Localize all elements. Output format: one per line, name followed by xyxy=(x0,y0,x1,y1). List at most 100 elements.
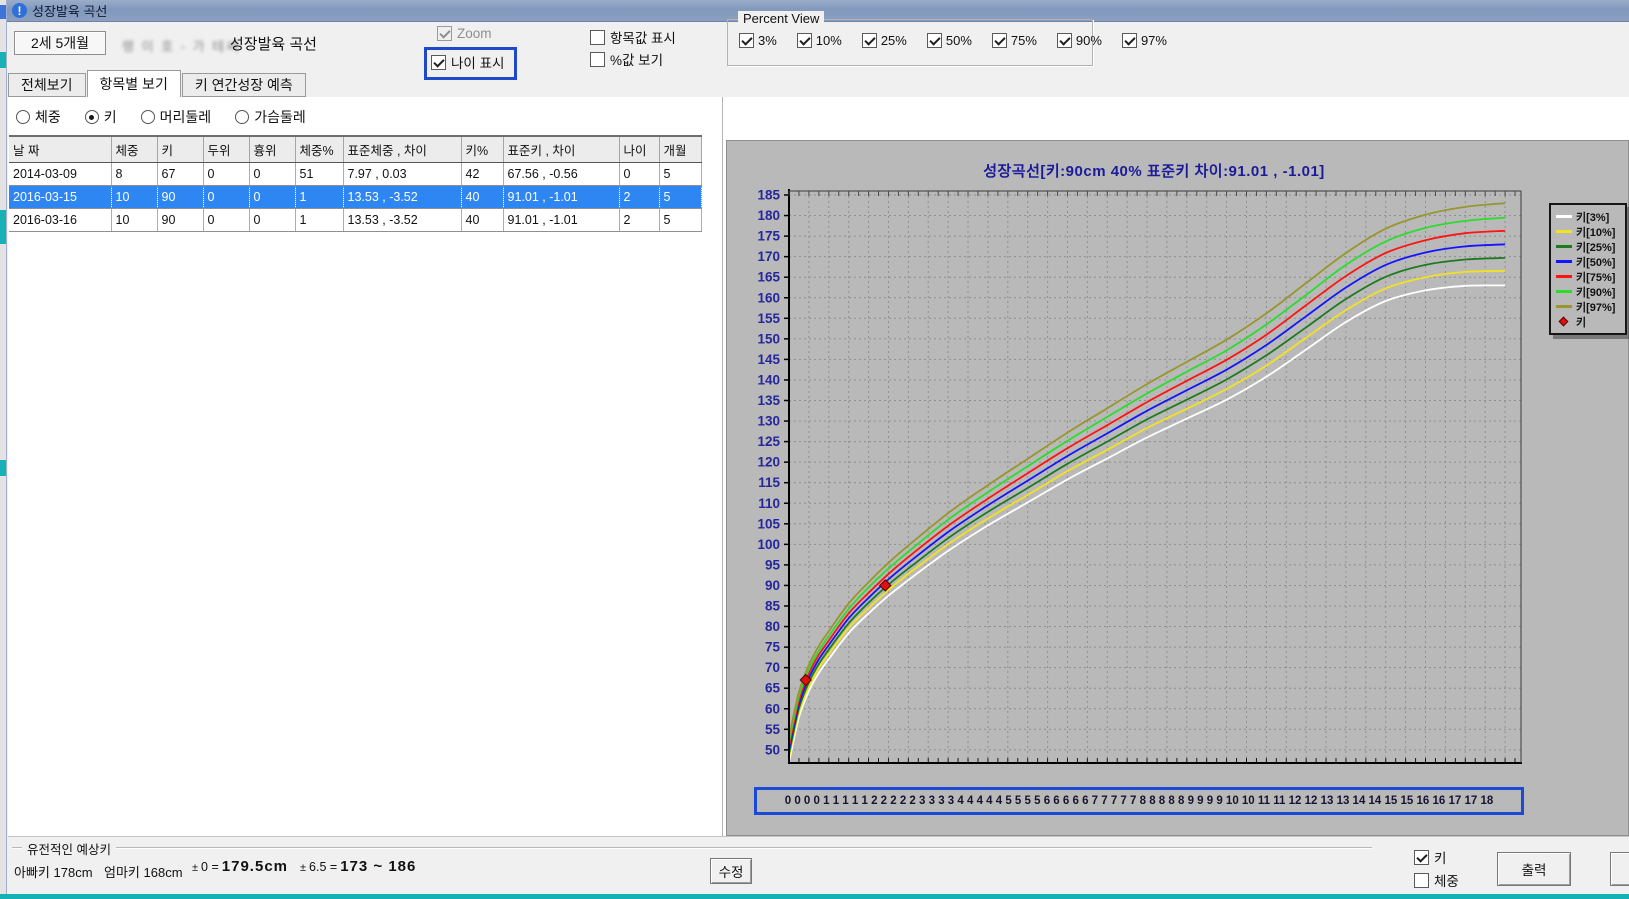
print-option-키[interactable]: 키 xyxy=(1414,847,1459,867)
legend-label: 키[3%] xyxy=(1576,209,1609,225)
table-cell: 10 xyxy=(111,209,157,232)
father-height-value: 178cm xyxy=(54,865,93,880)
expected-height-value: 179.5cm xyxy=(222,858,288,875)
percent-checkbox-90%[interactable]: 90% xyxy=(1057,33,1102,48)
print-option-체중[interactable]: 체중 xyxy=(1414,870,1459,890)
legend-line-swatch xyxy=(1556,260,1572,263)
x-axis-label-box: 0 0 0 0 1 1 1 1 1 2 2 2 2 2 3 3 3 3 4 4 … xyxy=(754,787,1524,815)
table-row[interactable]: 2014-03-0986700517.97 , 0.034267.56 , -0… xyxy=(9,163,701,186)
father-height-label: 아빠키 xyxy=(14,865,50,880)
column-header[interactable]: 표준키 , 차이 xyxy=(503,136,619,163)
checkbox-icon xyxy=(797,33,812,48)
age-display-checkbox[interactable]: 나이 표시 xyxy=(431,52,504,72)
legend-label: 키[10%] xyxy=(1576,224,1615,240)
plus-minus-icon: ± xyxy=(300,862,306,874)
legend-line-swatch xyxy=(1556,305,1572,308)
column-header[interactable]: 두위 xyxy=(203,136,249,163)
table-cell: 0 xyxy=(203,163,249,186)
table-cell: 1 xyxy=(295,186,343,209)
checkbox-icon xyxy=(437,26,452,41)
radio-icon xyxy=(85,110,99,124)
expected-height-label: 0 = xyxy=(201,860,219,874)
y-axis-tick-label: 105 xyxy=(757,516,780,531)
tab-bar: 전체보기항목별 보기키 연간성장 예측 xyxy=(8,70,307,97)
tab-키 연간성장 예측[interactable]: 키 연간성장 예측 xyxy=(182,73,306,97)
column-header[interactable]: 흉위 xyxy=(249,136,295,163)
percent-value-checkbox[interactable]: %값 보기 xyxy=(590,49,663,69)
checkbox-label: 체중 xyxy=(1434,870,1459,890)
column-header[interactable]: 체중% xyxy=(295,136,343,163)
table-cell: 0 xyxy=(249,209,295,232)
table-cell: 0 xyxy=(249,163,295,186)
checkbox-label: 75% xyxy=(1011,33,1037,48)
y-axis-tick-label: 90 xyxy=(765,578,780,593)
legend-line-swatch xyxy=(1556,290,1572,293)
percent-checkbox-75%[interactable]: 75% xyxy=(992,33,1037,48)
legend-label: 키[90%] xyxy=(1576,284,1615,300)
expected-height-range-value: 173 ~ 186 xyxy=(340,858,416,875)
mother-height-label: 엄마키 xyxy=(104,865,140,880)
checkbox-label: 키 xyxy=(1434,847,1446,867)
percent-checkbox-50%[interactable]: 50% xyxy=(927,33,972,48)
father-height: 아빠키 178cm xyxy=(14,862,93,881)
y-axis-tick-label: 115 xyxy=(758,475,780,490)
checkbox-label: 10% xyxy=(816,33,842,48)
expected-height: ± 0 = 179.5cm xyxy=(192,858,288,875)
column-header[interactable]: 키% xyxy=(461,136,503,163)
y-axis-tick-label: 70 xyxy=(765,660,780,675)
table-row[interactable]: 2016-03-15109000113.53 , -3.524091.01 , … xyxy=(9,186,701,209)
column-header[interactable]: 날 짜 xyxy=(9,136,111,163)
column-header[interactable]: 체중 xyxy=(111,136,157,163)
percent-checkbox-3%[interactable]: 3% xyxy=(739,33,777,48)
legend-label: 키 xyxy=(1576,314,1586,330)
panel-divider xyxy=(722,97,723,836)
legend-label: 키[50%] xyxy=(1576,254,1615,270)
radio-머리둘레[interactable]: 머리둘레 xyxy=(141,107,212,127)
footer-group-title: 유전적인 예상키 xyxy=(22,839,116,858)
column-header[interactable]: 표준체중 , 차이 xyxy=(343,136,461,163)
column-header[interactable]: 키 xyxy=(157,136,203,163)
checkbox-icon xyxy=(590,52,605,67)
screen: ! 성장발육 곡선 2세 5개월 랭 이 호 - 가 테써 성장발육 곡선 Zo… xyxy=(0,0,1629,899)
percent-view-options: 3% 10% 25% 50% 75% 90% 97% xyxy=(739,33,1167,48)
y-axis-tick-label: 55 xyxy=(765,722,781,737)
radio-icon xyxy=(235,110,249,124)
y-axis-tick-label: 170 xyxy=(757,249,780,264)
radio-label: 체중 xyxy=(35,107,61,127)
y-axis-tick-label: 150 xyxy=(757,331,780,346)
radio-체중[interactable]: 체중 xyxy=(16,107,61,127)
table-cell: 0 xyxy=(249,186,295,209)
edit-button[interactable]: 수정 xyxy=(710,858,752,884)
checkbox-label: 90% xyxy=(1076,33,1102,48)
legend-item: 키[75%] xyxy=(1556,269,1623,284)
y-axis-tick-label: 175 xyxy=(757,229,780,244)
percent-checkbox-25%[interactable]: 25% xyxy=(862,33,907,48)
checkbox-label: %값 보기 xyxy=(610,49,663,69)
column-header[interactable]: 나이 xyxy=(619,136,659,163)
patient-name-redacted: 랭 이 호 - 가 테써 xyxy=(122,36,240,55)
percent-checkbox-10%[interactable]: 10% xyxy=(797,33,842,48)
y-axis-tick-label: 125 xyxy=(757,434,780,449)
radio-키[interactable]: 키 xyxy=(85,107,117,127)
tab-전체보기[interactable]: 전체보기 xyxy=(8,73,86,97)
bottom-accent-bar xyxy=(0,894,1629,899)
legend-item: 키[3%] xyxy=(1556,209,1623,224)
close-button[interactable]: 닫기 xyxy=(1610,852,1629,886)
table-cell: 42 xyxy=(461,163,503,186)
table-header-row: 날 짜체중키두위흉위체중%표준체중 , 차이키%표준키 , 차이나이개월 xyxy=(9,136,701,163)
legend-diamond-swatch xyxy=(1559,317,1569,327)
table-cell: 2016-03-15 xyxy=(9,186,111,209)
legend-line-swatch xyxy=(1556,245,1572,248)
table-row[interactable]: 2016-03-16109000113.53 , -3.524091.01 , … xyxy=(9,209,701,232)
chart-legend: 키[3%]키[10%]키[25%]키[50%]키[75%]키[90%]키[97%… xyxy=(1549,203,1627,335)
y-axis-tick-label: 85 xyxy=(765,599,781,614)
column-header[interactable]: 개월 xyxy=(659,136,701,163)
checkbox-label: Zoom xyxy=(457,26,492,41)
tab-항목별 보기[interactable]: 항목별 보기 xyxy=(87,70,181,97)
item-value-checkbox[interactable]: 항목값 표시 xyxy=(590,27,676,47)
percent-checkbox-97%[interactable]: 97% xyxy=(1122,33,1167,48)
radio-가슴둘레[interactable]: 가슴둘레 xyxy=(235,107,306,127)
radio-label: 머리둘레 xyxy=(160,107,212,127)
legend-label: 키[25%] xyxy=(1576,239,1615,255)
print-button[interactable]: 출력 xyxy=(1497,852,1571,886)
